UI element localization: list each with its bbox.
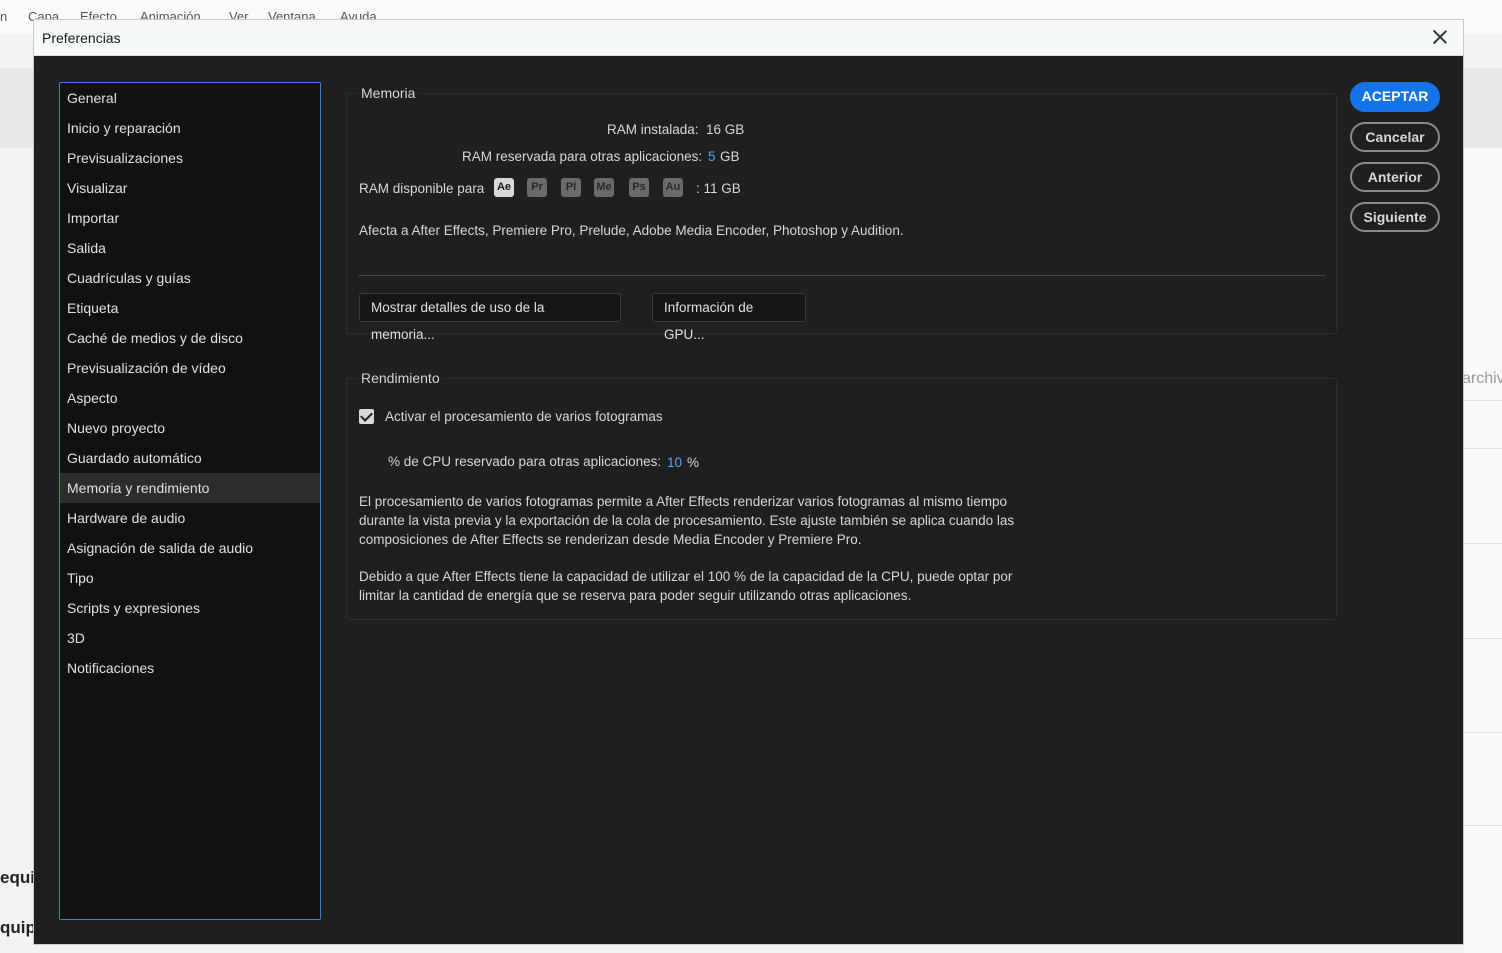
preferences-sidebar: General Inicio y reparación Previsualiza… <box>59 82 321 920</box>
next-button[interactable]: Siguiente <box>1350 202 1440 232</box>
premiere-pro-icon: Pr <box>527 178 547 197</box>
ram-reserved-label: RAM reservada para otras aplicaciones: <box>462 149 703 164</box>
sidebar-item-previsualizacion-video[interactable]: Previsualización de vídeo <box>60 353 320 383</box>
prelude-icon: Pl <box>561 178 581 197</box>
multiframe-checkbox-label[interactable]: Activar el procesamiento de varios fotog… <box>385 409 663 424</box>
sidebar-item-importar[interactable]: Importar <box>60 203 320 233</box>
divider <box>358 275 1325 276</box>
dialog-titlebar: Preferencias <box>34 20 1463 56</box>
sidebar-item-cuadriculas[interactable]: Cuadrículas y guías <box>60 263 320 293</box>
preferences-dialog: Preferencias General Inicio y reparación… <box>33 19 1464 945</box>
cpu-reserved-label: % de CPU reservado para otras aplicacion… <box>388 454 662 469</box>
memory-details-button[interactable]: Mostrar detalles de uso de la memoria... <box>359 293 621 342</box>
cpu-reserved-value[interactable]: 10 <box>667 455 682 470</box>
sidebar-item-tipo[interactable]: Tipo <box>60 563 320 593</box>
sidebar-item-aspecto[interactable]: Aspecto <box>60 383 320 413</box>
ram-available-value: : 11 GB <box>696 181 741 196</box>
background-text: equi <box>0 868 35 887</box>
accept-button[interactable]: ACEPTAR <box>1350 82 1440 112</box>
menu-item[interactable]: n <box>0 9 7 24</box>
media-encoder-icon: Me <box>594 178 614 197</box>
ram-reserved-unit: GB <box>720 149 740 164</box>
background-panel <box>1464 148 1502 953</box>
performance-group-label: Rendimiento <box>357 370 444 386</box>
photoshop-icon: Ps <box>629 178 649 197</box>
multiframe-description: El procesamiento de varios fotogramas pe… <box>359 494 1015 547</box>
ram-installed-label: RAM instalada: <box>607 122 699 137</box>
sidebar-item-nuevo-proyecto[interactable]: Nuevo proyecto <box>60 413 320 443</box>
affects-apps-text: Afecta a After Effects, Premiere Pro, Pr… <box>359 223 904 238</box>
sidebar-item-salida-audio[interactable]: Asignación de salida de audio <box>60 533 320 563</box>
sidebar-item-visualizar[interactable]: Visualizar <box>60 173 320 203</box>
dialog-title: Preferencias <box>42 30 121 46</box>
ram-reserved-value[interactable]: 5 <box>708 149 716 164</box>
sidebar-item-general[interactable]: General <box>60 83 320 113</box>
sidebar-item-memoria[interactable]: Memoria y rendimiento <box>60 473 320 503</box>
gpu-info-button[interactable]: Información de GPU... <box>652 293 806 342</box>
after-effects-icon: Ae <box>494 178 514 197</box>
audition-icon: Au <box>663 178 683 197</box>
sidebar-item-inicio[interactable]: Inicio y reparación <box>60 113 320 143</box>
sidebar-item-previsualizaciones[interactable]: Previsualizaciones <box>60 143 320 173</box>
previous-button[interactable]: Anterior <box>1350 162 1440 192</box>
sidebar-item-guardado[interactable]: Guardado automático <box>60 443 320 473</box>
sidebar-item-scripts[interactable]: Scripts y expresiones <box>60 593 320 623</box>
sidebar-item-salida[interactable]: Salida <box>60 233 320 263</box>
close-icon[interactable] <box>1429 26 1451 48</box>
memory-group-label: Memoria <box>357 85 420 101</box>
sidebar-item-hardware-audio[interactable]: Hardware de audio <box>60 503 320 533</box>
ram-available-label: RAM disponible para <box>359 181 485 196</box>
cpu-reserved-unit: % <box>687 455 700 470</box>
ram-installed-value: 16 GB <box>706 122 745 137</box>
sidebar-item-cache[interactable]: Caché de medios y de disco <box>60 323 320 353</box>
cpu-description: Debido a que After Effects tiene la capa… <box>359 569 1013 603</box>
sidebar-item-3d[interactable]: 3D <box>60 623 320 653</box>
cancel-button[interactable]: Cancelar <box>1350 122 1440 152</box>
background-text: archiv <box>1462 370 1502 387</box>
sidebar-item-notificaciones[interactable]: Notificaciones <box>60 653 320 683</box>
sidebar-item-etiqueta[interactable]: Etiqueta <box>60 293 320 323</box>
background-text: quip <box>0 918 36 937</box>
multiframe-checkbox[interactable] <box>359 409 374 424</box>
